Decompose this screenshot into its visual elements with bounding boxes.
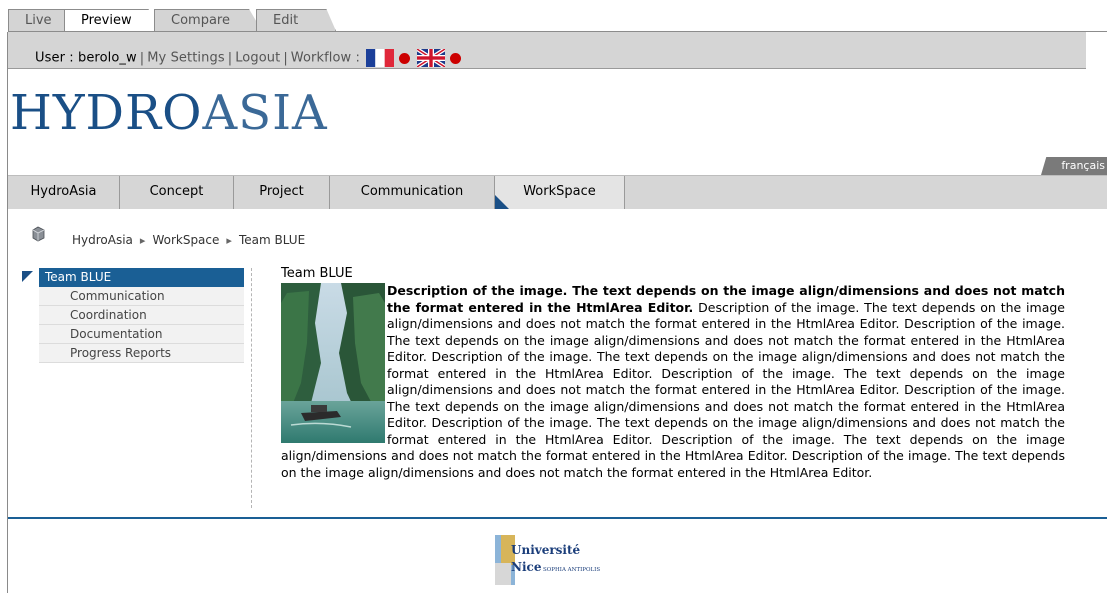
tab-compare[interactable]: Compare <box>154 9 262 31</box>
breadcrumb-arrow-icon: ▸ <box>226 234 232 247</box>
nav-tab-concept[interactable]: Concept <box>120 176 234 209</box>
main-nav: HydroAsia Concept Project Communication … <box>8 175 1107 209</box>
logo-text-universite: Université <box>511 543 581 557</box>
status-dot-icon <box>450 52 462 64</box>
separator: | <box>139 50 145 66</box>
breadcrumb-current: Team BLUE <box>238 233 306 247</box>
tab-edit[interactable]: Edit <box>256 9 336 31</box>
logo-part-hydro: HYDRO <box>10 85 203 141</box>
content-body: Description of the image. The text depen… <box>281 283 1065 481</box>
site-logo[interactable]: HYDROASIA <box>10 85 328 141</box>
nav-tab-label: Concept <box>149 184 204 199</box>
tab-preview[interactable]: Preview <box>64 9 160 31</box>
uk-flag-icon[interactable] <box>417 49 446 67</box>
nav-tab-label: Project <box>259 184 304 199</box>
footer-rule <box>8 517 1107 519</box>
french-flag-icon[interactable] <box>366 49 395 67</box>
content-body-text: Description of the image. The text depen… <box>281 299 1065 480</box>
nav-tab-communication[interactable]: Communication <box>330 176 495 209</box>
nav-tab-label: WorkSpace <box>523 184 596 199</box>
breadcrumb-arrow-icon: ▸ <box>139 234 146 247</box>
frame-left-border <box>7 32 8 593</box>
nav-tab-label: Communication <box>360 184 464 199</box>
sidebar-item-coordination[interactable]: Coordination <box>39 306 244 325</box>
user-bar: User : berolo_w | My Settings | Logout | Workf… <box>8 32 1086 69</box>
logo-part-asia: ASIA <box>202 85 328 141</box>
active-tab-corner-icon <box>495 195 509 209</box>
nav-tab-hydroasia[interactable]: HydroAsia <box>8 176 120 209</box>
workflow-label: Workflow : <box>290 50 361 66</box>
active-item-marker-icon <box>22 271 33 282</box>
logout-link[interactable]: Logout <box>235 51 280 66</box>
status-dot-icon <box>399 52 411 64</box>
workspace-icon <box>32 226 45 242</box>
separator: | <box>227 50 233 66</box>
logo-text-sophia: SOPHIA ANTIPOLIS <box>543 567 600 573</box>
breadcrumb-item[interactable]: HydroAsia <box>72 233 133 247</box>
language-switch-tab[interactable]: français <box>1041 157 1107 175</box>
separator: | <box>283 50 288 66</box>
my-settings-link[interactable]: My Settings <box>147 51 224 66</box>
sidebar-item-progress-reports[interactable]: Progress Reports <box>39 344 244 363</box>
user-label: User : <box>35 50 78 66</box>
sidebar-item-team-blue[interactable]: Team BLUE <box>39 268 244 287</box>
column-divider <box>251 268 252 508</box>
sidebar-item-documentation[interactable]: Documentation <box>39 325 244 344</box>
nav-tab-workspace[interactable]: WorkSpace <box>495 176 625 209</box>
content-title: Team BLUE <box>281 266 353 281</box>
logo-text-nice: Nice <box>511 560 542 574</box>
user-info: User : berolo_w | My Settings | Logout | Workf… <box>35 49 466 67</box>
sidebar-item-communication[interactable]: Communication <box>39 287 244 306</box>
breadcrumb-item[interactable]: WorkSpace <box>152 233 219 247</box>
mode-tab-bar: Live Preview Compare Edit <box>0 0 1107 32</box>
username: berolo_w <box>77 50 137 66</box>
nav-tab-label: HydroAsia <box>30 184 97 199</box>
breadcrumb: HydroAsia ▸ WorkSpace ▸ Team BLUE <box>72 233 305 247</box>
university-nice-logo[interactable]: Université Nice SOPHIA ANTIPOLIS <box>493 533 643 588</box>
nav-tab-project[interactable]: Project <box>234 176 330 209</box>
image-float-spacer <box>281 283 387 444</box>
